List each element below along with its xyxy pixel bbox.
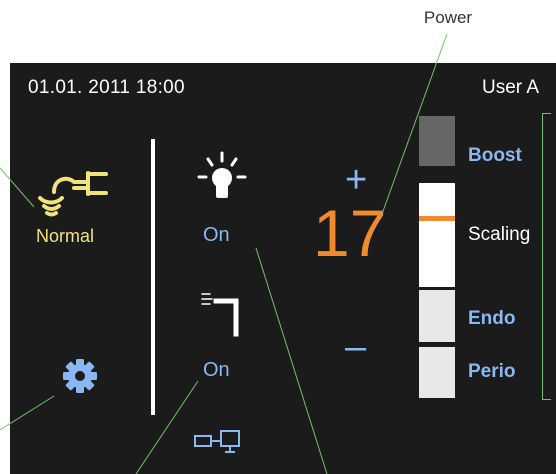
mode-label-perio[interactable]: Perio: [468, 361, 516, 383]
device-screen: 01.01. 2011 18:00 User A Normal On On + …: [10, 63, 556, 474]
vertical-divider: [151, 139, 155, 415]
mode-label-boost[interactable]: Boost: [468, 145, 522, 167]
mode-bar-boost[interactable]: [419, 116, 455, 166]
power-callout-label: Power: [423, 8, 473, 27]
power-decrease-button[interactable]: –: [345, 328, 366, 366]
spray-status[interactable]: On: [203, 359, 230, 382]
power-level-marker: [419, 216, 455, 221]
mode-label-scaling[interactable]: Scaling: [468, 224, 530, 246]
gear-icon[interactable]: [62, 358, 98, 394]
mode-bar-scaling[interactable]: [419, 183, 455, 287]
network-icon[interactable]: [193, 428, 243, 456]
ultrasonic-handpiece-icon[interactable]: [32, 168, 114, 220]
water-spray-icon[interactable]: [200, 288, 246, 338]
power-value: 17: [313, 196, 387, 270]
modes-bracket: [542, 113, 555, 400]
power-increase-button[interactable]: +: [345, 161, 367, 199]
instrument-mode-label: Normal: [36, 226, 95, 246]
user-label[interactable]: User A: [482, 77, 539, 99]
light-bulb-icon[interactable]: [196, 151, 248, 205]
light-status[interactable]: On: [203, 224, 230, 247]
mode-bar-endo[interactable]: [419, 290, 455, 342]
mode-bar-perio[interactable]: [419, 347, 455, 398]
mode-label-endo[interactable]: Endo: [468, 308, 516, 330]
datetime-display: 01.01. 2011 18:00: [28, 77, 185, 98]
